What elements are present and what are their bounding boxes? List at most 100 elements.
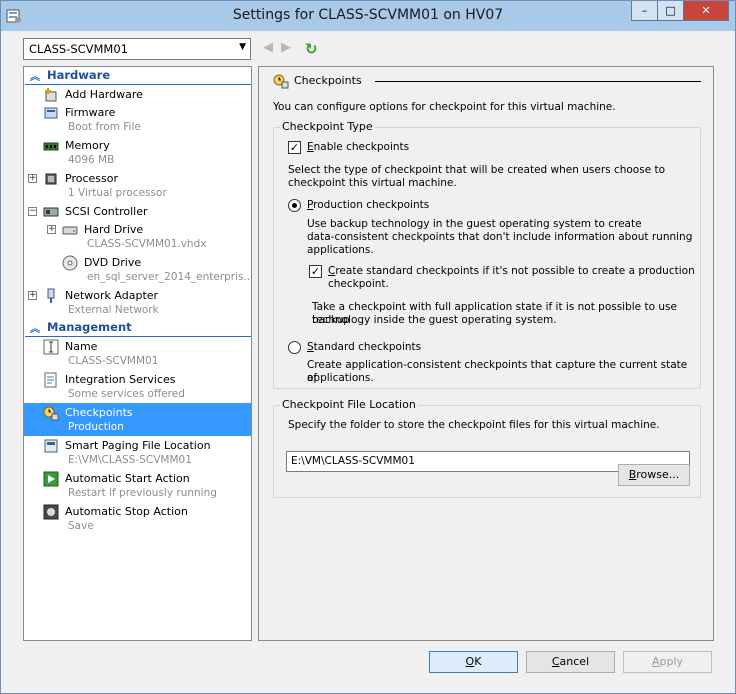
firmware-icon — [44, 107, 58, 119]
checkpoint-file-location-group: Checkpoint File Location Specify the fol… — [273, 398, 701, 498]
collapse-minus-icon[interactable]: − — [28, 207, 37, 216]
vm-select-value: CLASS-SCVMM01 — [29, 42, 128, 56]
select-type-desc-line2: checkpoint this virtual machine. — [288, 177, 457, 189]
settings-window: Settings for CLASS-SCVMM01 on HV07 – □ ✕… — [0, 0, 736, 694]
group-title: Checkpoint Type — [280, 120, 375, 133]
checkpoint-type-group: Checkpoint Type ✓ Enable checkpoints Sel… — [273, 120, 701, 389]
refresh-icon[interactable]: ↻ — [305, 40, 318, 58]
minimize-button[interactable]: – — [631, 1, 658, 21]
group-title: Checkpoint File Location — [280, 398, 418, 411]
tree-item-hard-drive[interactable]: + Hard Drive CLASS-SCVMM01.vhdx — [24, 220, 251, 253]
navigation-buttons: ◀ ▶ ↻ — [263, 40, 318, 58]
tree-item-sub: CLASS-SCVMM01 — [68, 355, 159, 367]
memory-icon — [43, 142, 59, 151]
tree-item-label: SCSI Controller — [65, 205, 148, 218]
title-bar[interactable]: Settings for CLASS-SCVMM01 on HV07 – □ ✕ — [1, 1, 735, 31]
tree-item-automatic-start[interactable]: Automatic Start Action Restart if previo… — [24, 469, 251, 502]
checkpoints-settings-panel: Checkpoints You can configure options fo… — [258, 66, 714, 641]
tree-item-label: Checkpoints — [65, 406, 133, 419]
tree-item-automatic-stop[interactable]: Automatic Stop Action Save — [24, 502, 251, 535]
maximize-button[interactable]: □ — [657, 1, 684, 21]
tree-item-label: DVD Drive — [84, 256, 142, 269]
tree-item-label: Memory — [65, 139, 110, 152]
integration-services-icon — [44, 372, 57, 388]
production-desc-line3: applications. — [307, 244, 374, 256]
collapse-chevron-icon: ︽ — [30, 72, 40, 83]
tree-item-dvd-drive[interactable]: DVD Drive en_sql_server_2014_enterpris..… — [24, 253, 251, 286]
production-checkpoints-radio[interactable] — [288, 199, 301, 212]
tree-item-label: Processor — [65, 172, 118, 185]
window-title: Settings for CLASS-SCVMM01 on HV07 — [232, 7, 504, 23]
hard-drive-icon — [62, 226, 78, 235]
checkpoints-icon — [273, 74, 289, 89]
tree-item-name[interactable]: Name CLASS-SCVMM01 — [24, 337, 251, 370]
forward-arrow-icon[interactable]: ▶ — [281, 40, 295, 58]
full-state-desc-line2: technology inside the guest operating sy… — [312, 314, 557, 326]
create-standard-checkpoints-label-line2: checkpoint. — [328, 278, 389, 290]
production-checkpoints-label[interactable]: Production checkpoints — [307, 199, 429, 212]
tree-item-label: Add Hardware — [65, 88, 143, 101]
expand-plus-icon[interactable]: + — [28, 291, 37, 300]
tree-item-label: Integration Services — [65, 373, 176, 386]
collapse-chevron-icon: ︽ — [30, 324, 40, 335]
enable-checkpoints-label[interactable]: Enable checkpoints — [307, 141, 409, 154]
tree-item-label: Automatic Start Action — [65, 472, 190, 485]
ok-button[interactable]: OK — [429, 651, 518, 673]
add-hardware-icon — [45, 88, 57, 102]
checkpoints-icon — [43, 406, 59, 421]
tree-item-label: Firmware — [65, 106, 116, 119]
hardware-section-header[interactable]: ︽ Hardware — [25, 68, 251, 85]
browse-button[interactable]: Browse... — [618, 464, 690, 486]
expand-plus-icon[interactable]: + — [28, 174, 37, 183]
tree-item-integration-services[interactable]: Integration Services Some services offer… — [24, 370, 251, 403]
tree-item-processor[interactable]: + Processor 1 Virtual processor — [24, 169, 251, 202]
tree-item-checkpoints[interactable]: Checkpoints Production — [24, 403, 251, 436]
tree-item-smart-paging[interactable]: Smart Paging File Location E:\VM\CLASS-S… — [24, 436, 251, 469]
create-standard-checkpoints-checkbox[interactable]: ✓ — [309, 265, 322, 278]
window-controls: – □ ✕ — [631, 1, 729, 21]
vm-select-dropdown[interactable]: CLASS-SCVMM01 ▼ — [23, 38, 251, 60]
cancel-button[interactable]: Cancel — [526, 651, 615, 673]
tree-item-label: Smart Paging File Location — [65, 439, 211, 452]
back-arrow-icon[interactable]: ◀ — [263, 40, 277, 58]
scsi-controller-icon — [43, 207, 59, 217]
expand-plus-icon[interactable]: + — [47, 225, 56, 234]
tree-item-sub: en_sql_server_2014_enterpris... — [87, 271, 252, 283]
tree-item-label: Name — [65, 340, 98, 353]
tree-item-label: Hard Drive — [84, 223, 144, 236]
automatic-stop-icon — [43, 504, 59, 520]
tree-item-sub: Restart if previously running — [68, 487, 217, 499]
standard-checkpoints-label[interactable]: Standard checkpoints — [307, 341, 421, 354]
tree-item-sub: CLASS-SCVMM01.vhdx — [87, 238, 207, 250]
panel-title: Checkpoints — [294, 74, 362, 87]
automatic-start-icon — [43, 471, 59, 487]
smart-paging-icon — [44, 439, 58, 453]
dialog-button-bar: OK Cancel Apply — [1, 642, 735, 693]
close-button[interactable]: ✕ — [683, 1, 729, 21]
tree-item-sub: Some services offered — [68, 388, 185, 400]
production-desc-line1: Use backup technology in the guest opera… — [307, 218, 642, 230]
apply-button[interactable]: Apply — [623, 651, 712, 673]
tree-item-firmware[interactable]: Firmware Boot from File — [24, 103, 251, 136]
standard-desc-line2: applications. — [307, 372, 374, 384]
header-divider — [375, 81, 701, 82]
select-type-desc-line1: Select the type of checkpoint that will … — [288, 164, 666, 176]
settings-tree: ︽ Hardware Add Hardware Firmware Boot fr… — [23, 66, 252, 641]
management-header-label: Management — [47, 320, 132, 334]
standard-checkpoints-radio[interactable] — [288, 341, 301, 354]
name-text-icon — [43, 339, 59, 355]
management-section-header[interactable]: ︽ Management — [25, 320, 251, 337]
tree-item-network-adapter[interactable]: + Network Adapter External Network — [24, 286, 251, 319]
create-standard-checkpoints-label[interactable]: Create standard checkpoints if it's not … — [328, 265, 695, 278]
location-desc: Specify the folder to store the checkpoi… — [288, 419, 660, 431]
dvd-drive-icon — [62, 255, 78, 271]
enable-checkpoints-checkbox[interactable]: ✓ — [288, 141, 301, 154]
tree-item-sub: Production — [68, 421, 124, 433]
chevron-down-icon: ▼ — [239, 42, 246, 52]
tree-item-memory[interactable]: Memory 4096 MB — [24, 136, 251, 169]
tree-item-sub: 4096 MB — [68, 154, 115, 166]
tree-item-sub: Save — [68, 520, 94, 532]
tree-item-label: Automatic Stop Action — [65, 505, 188, 518]
tree-item-sub: External Network — [68, 304, 159, 316]
panel-header: Checkpoints — [273, 73, 703, 89]
